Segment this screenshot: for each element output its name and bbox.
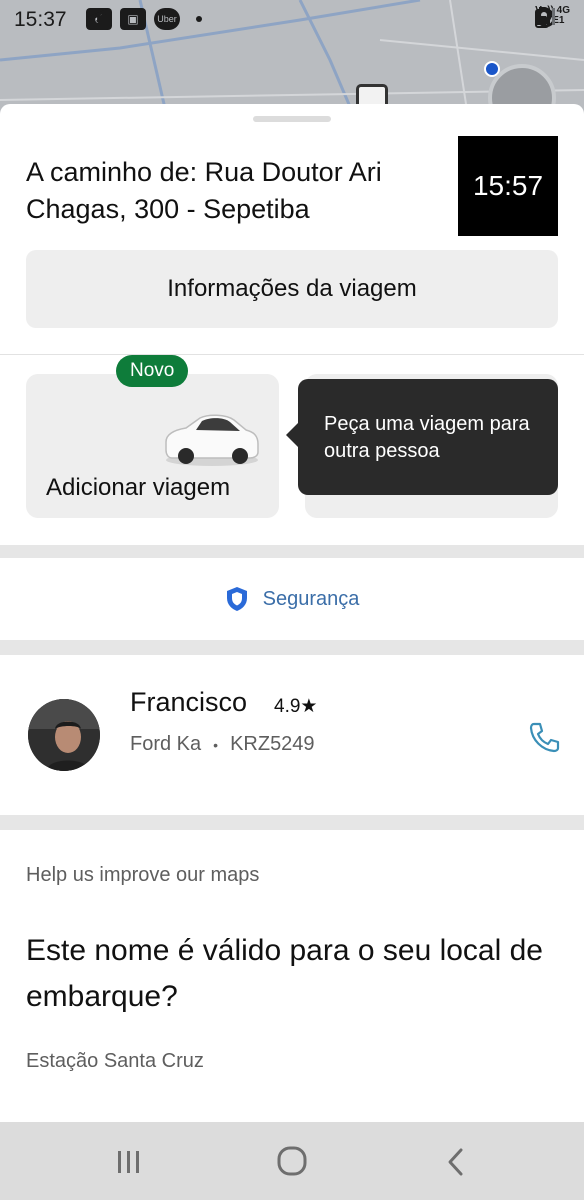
eta-badge: 15:57 — [458, 136, 558, 236]
status-left-icons: U ▣ Uber — [86, 8, 202, 30]
status-time: 15:37 — [14, 8, 67, 31]
status-right-icons: Vo)) 4G LTE1 — [535, 6, 570, 28]
phone-icon[interactable] — [527, 719, 563, 755]
feedback-hint: Help us improve our maps — [26, 864, 260, 886]
driver-avatar[interactable] — [28, 699, 100, 771]
telegram-icon — [87, 9, 107, 27]
android-nav-bar — [0, 1122, 584, 1200]
back-icon[interactable] — [436, 1144, 476, 1180]
sheet-drag-handle[interactable] — [253, 116, 331, 122]
recent-apps-icon[interactable] — [108, 1144, 148, 1180]
battery-icon — [535, 7, 550, 28]
trip-info-button[interactable]: Informações da viagem — [26, 250, 558, 328]
safety-button[interactable]: Segurança — [0, 558, 584, 640]
car-model: Ford Ka — [130, 733, 202, 755]
notification-dot-icon — [196, 16, 202, 22]
feedback-question: Este nome é válido para o seu local de e… — [26, 934, 543, 1013]
uber-icon: Uber — [154, 8, 180, 30]
home-icon[interactable] — [272, 1144, 312, 1180]
driver-rating: 4.9★ — [274, 696, 318, 717]
separator-dot: • — [213, 736, 219, 753]
feature-tooltip[interactable]: Peça uma viagem para outra pessoa — [286, 379, 558, 495]
add-trip-label: Adicionar viagem — [46, 474, 231, 501]
destination-title: A caminho de: Rua Doutor Ari Chagas, 300… — [26, 157, 382, 224]
driver-card: Francisco 4.9★ Ford Ka • KRZ5249 — [0, 655, 584, 815]
trip-actions: Adicionar viagem Novo Reserve Peça uma v… — [0, 354, 584, 545]
qr-app-icon: ▣ — [120, 8, 146, 30]
maps-feedback-card: Help us improve our maps Este nome é vál… — [0, 830, 584, 1122]
license-plate: KRZ5249 — [230, 733, 315, 755]
add-trip-card[interactable]: Adicionar viagem — [26, 374, 279, 518]
tooltip-arrow — [286, 423, 298, 447]
driver-photo-image — [28, 699, 100, 771]
trip-sheet: A caminho de: Rua Doutor Ari Chagas, 300… — [0, 104, 584, 354]
new-badge: Novo — [116, 355, 189, 387]
shield-icon — [226, 587, 247, 611]
driver-name: Francisco — [130, 687, 248, 717]
vehicle-info: Ford Ka • KRZ5249 — [130, 733, 315, 756]
status-bar: 15:37 U ▣ Uber Vo)) 4G LTE1 — [0, 0, 584, 40]
tooltip-text: Peça uma viagem para outra pessoa — [324, 413, 530, 462]
pickup-place-name: Estação Santa Cruz — [26, 1050, 204, 1072]
safety-label: Segurança — [262, 587, 360, 610]
car-illustration-icon — [165, 414, 259, 466]
